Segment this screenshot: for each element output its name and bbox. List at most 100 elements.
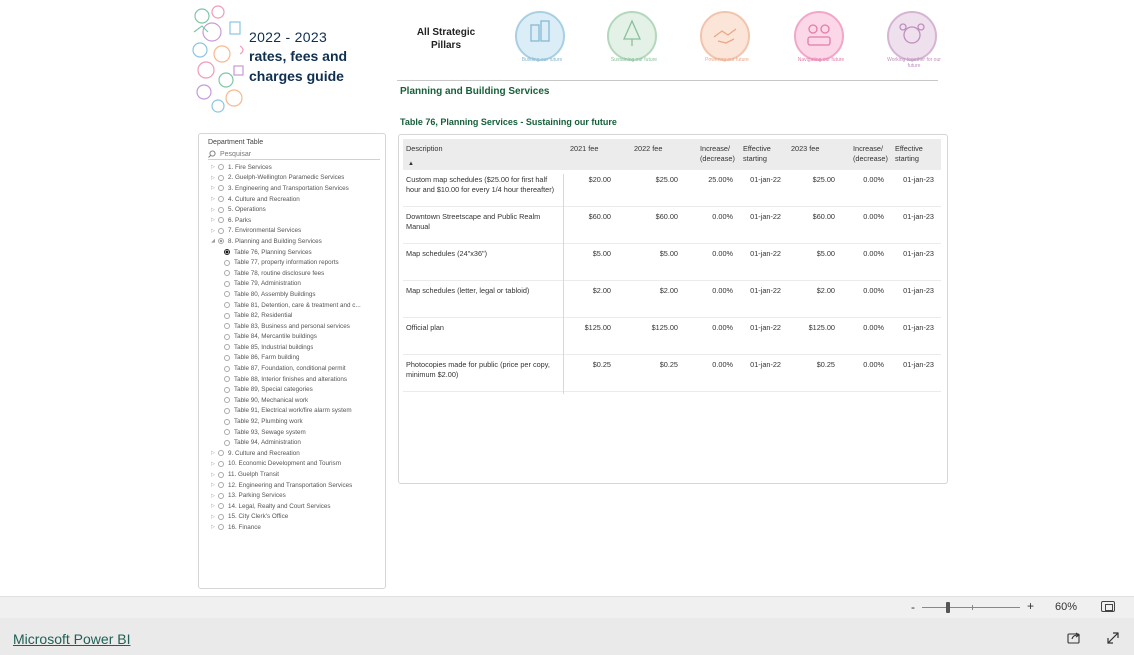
slicer-radio[interactable] (224, 249, 230, 256)
slicer-radio[interactable] (224, 302, 230, 309)
slicer-radio[interactable] (224, 333, 230, 340)
slicer-child-item[interactable]: Table 90, Mechanical work (208, 395, 384, 406)
slicer-radio[interactable] (218, 450, 224, 457)
slicer-item[interactable]: ▷ 14. Legal, Realty and Court Services (208, 501, 384, 512)
slicer-item[interactable]: ▷ 11. Guelph Transit (208, 469, 384, 480)
slicer-radio[interactable] (224, 429, 230, 436)
slicer-item[interactable]: ▷ 13. Parking Services (208, 490, 384, 501)
table-row[interactable]: Photocopies made for public (price per c… (403, 355, 941, 392)
expand-icon[interactable]: ▷ (208, 461, 218, 467)
slicer-item[interactable]: ▷ 12. Engineering and Transportation Serv… (208, 480, 384, 491)
zoom-slider-track[interactable] (922, 607, 1020, 608)
column-header[interactable]: Effective starting (895, 144, 933, 164)
slicer-radio[interactable] (218, 164, 224, 171)
slicer-item[interactable]: ▷ 6. Parks (208, 215, 384, 226)
column-header[interactable]: 2023 fee (791, 144, 819, 154)
slicer-radio[interactable] (224, 386, 230, 393)
slicer-radio[interactable] (224, 259, 230, 266)
slicer-child-item[interactable]: Table 82, Residential (208, 310, 384, 321)
all-pillars-button[interactable]: All Strategic Pillars (410, 26, 482, 52)
slicer-child-item[interactable]: Table 89, Special categories (208, 384, 384, 395)
pillar-navigating-icon[interactable]: Navigating our future (794, 11, 844, 63)
department-table-slicer[interactable]: Department Table Pesquisar ▷ 1. Fire Serv… (198, 133, 386, 589)
table-row[interactable]: Map schedules (24"x36") $5.00 $5.00 0.00% 01… (403, 244, 941, 281)
slicer-radio[interactable] (224, 439, 230, 446)
slicer-radio[interactable] (224, 312, 230, 319)
sort-ascending-icon[interactable]: ▲ (408, 161, 414, 167)
slicer-child-item[interactable]: Table 88, Interior finishes and alterati… (208, 374, 384, 385)
table-row[interactable]: Custom map schedules ($25.00 for first h… (403, 170, 941, 207)
expand-icon[interactable]: ▷ (208, 185, 218, 191)
slicer-radio[interactable] (218, 503, 224, 510)
slicer-child-item[interactable]: Table 76, Planning Services (208, 247, 384, 258)
slicer-child-item[interactable]: Table 77, property information reports (208, 257, 384, 268)
collapse-icon[interactable]: ◢ (208, 238, 218, 244)
slicer-radio[interactable] (218, 196, 224, 203)
slicer-child-item[interactable]: Table 81, Detention, care & treatment an… (208, 300, 384, 311)
slicer-child-item[interactable]: Table 92, Plumbing work (208, 416, 384, 427)
slicer-radio[interactable] (218, 471, 224, 478)
slicer-radio[interactable] (224, 354, 230, 361)
slicer-child-item[interactable]: Table 79, Administration (208, 279, 384, 290)
slicer-radio[interactable] (218, 482, 224, 489)
pillar-sustaining-icon[interactable]: Sustaining our future (607, 11, 657, 63)
slicer-radio[interactable] (218, 206, 224, 213)
slicer-item[interactable]: ▷ 4. Culture and Recreation (208, 194, 384, 205)
zoom-in-button[interactable]: + (1027, 599, 1034, 613)
column-header[interactable]: Increase/ (decrease) (853, 144, 893, 164)
slicer-radio[interactable] (218, 492, 224, 499)
slicer-item[interactable]: ▷ 2. Guelph-Wellington Paramedic Services (208, 173, 384, 184)
slicer-item[interactable]: ▷ 15. City Clerk's Office (208, 512, 384, 523)
slicer-radio[interactable] (224, 407, 230, 414)
slicer-radio[interactable] (218, 238, 224, 245)
column-header[interactable]: Increase/ (decrease) (700, 144, 740, 164)
expand-icon[interactable]: ▷ (208, 503, 218, 509)
slicer-radio[interactable] (224, 270, 230, 277)
slicer-radio[interactable] (224, 418, 230, 425)
slicer-child-item[interactable]: Table 93, Sewage system (208, 427, 384, 438)
slicer-item[interactable]: ▷ 3. Engineering and Transportation Servi… (208, 183, 384, 194)
slicer-item[interactable]: ▷ 7. Environmental Services (208, 226, 384, 237)
slicer-child-item[interactable]: Table 86, Farm building (208, 353, 384, 364)
slicer-radio[interactable] (224, 376, 230, 383)
slicer-item[interactable]: ▷ 5. Operations (208, 204, 384, 215)
slicer-radio[interactable] (224, 280, 230, 287)
expand-icon[interactable]: ▷ (208, 164, 218, 170)
expand-icon[interactable]: ▷ (208, 228, 218, 234)
slicer-item[interactable]: ▷ 16. Finance (208, 522, 384, 533)
table-row[interactable]: Downtown Streetscape and Public Realm Ma… (403, 207, 941, 244)
slicer-child-item[interactable]: Table 85, Industrial buildings (208, 342, 384, 353)
fullscreen-icon[interactable] (1106, 631, 1120, 645)
slicer-child-item[interactable]: Table 83, Business and personal services (208, 321, 384, 332)
expand-icon[interactable]: ▷ (208, 472, 218, 478)
expand-icon[interactable]: ▷ (208, 493, 218, 499)
zoom-slider-thumb[interactable] (946, 602, 951, 613)
expand-icon[interactable]: ▷ (208, 217, 218, 223)
expand-icon[interactable]: ▷ (208, 524, 218, 530)
slicer-radio[interactable] (218, 513, 224, 520)
pillar-building-icon[interactable]: Building our future (515, 11, 565, 63)
slicer-item[interactable]: ◢ 8. Planning and Building Services (208, 236, 384, 247)
expand-icon[interactable]: ▷ (208, 175, 218, 181)
column-header[interactable]: Description (406, 144, 443, 154)
expand-icon[interactable]: ▷ (208, 450, 218, 456)
share-icon[interactable] (1067, 631, 1081, 644)
table-row[interactable]: Map schedules (letter, legal or tabloid)… (403, 281, 941, 318)
fit-to-page-icon[interactable] (1101, 601, 1115, 612)
slicer-radio[interactable] (224, 397, 230, 404)
slicer-child-item[interactable]: Table 80, Assembly Buildings (208, 289, 384, 300)
expand-icon[interactable]: ▷ (208, 207, 218, 213)
slicer-child-item[interactable]: Table 94, Administration (208, 437, 384, 448)
slicer-radio[interactable] (218, 227, 224, 234)
column-header[interactable]: 2021 fee (570, 144, 598, 154)
slicer-child-item[interactable]: Table 87, Foundation, conditional permit (208, 363, 384, 374)
column-header[interactable]: Effective starting (743, 144, 779, 164)
table-row[interactable]: Official plan $125.00 $125.00 0.00% 01-jan-2… (403, 318, 941, 355)
slicer-radio[interactable] (218, 185, 224, 192)
slicer-child-item[interactable]: Table 91, Electrical work/fire alarm sys… (208, 406, 384, 417)
power-bi-link[interactable]: Microsoft Power BI (13, 631, 130, 647)
slicer-radio[interactable] (224, 344, 230, 351)
column-header[interactable]: 2022 fee (634, 144, 662, 154)
slicer-radio[interactable] (218, 460, 224, 467)
slicer-radio[interactable] (224, 323, 230, 330)
